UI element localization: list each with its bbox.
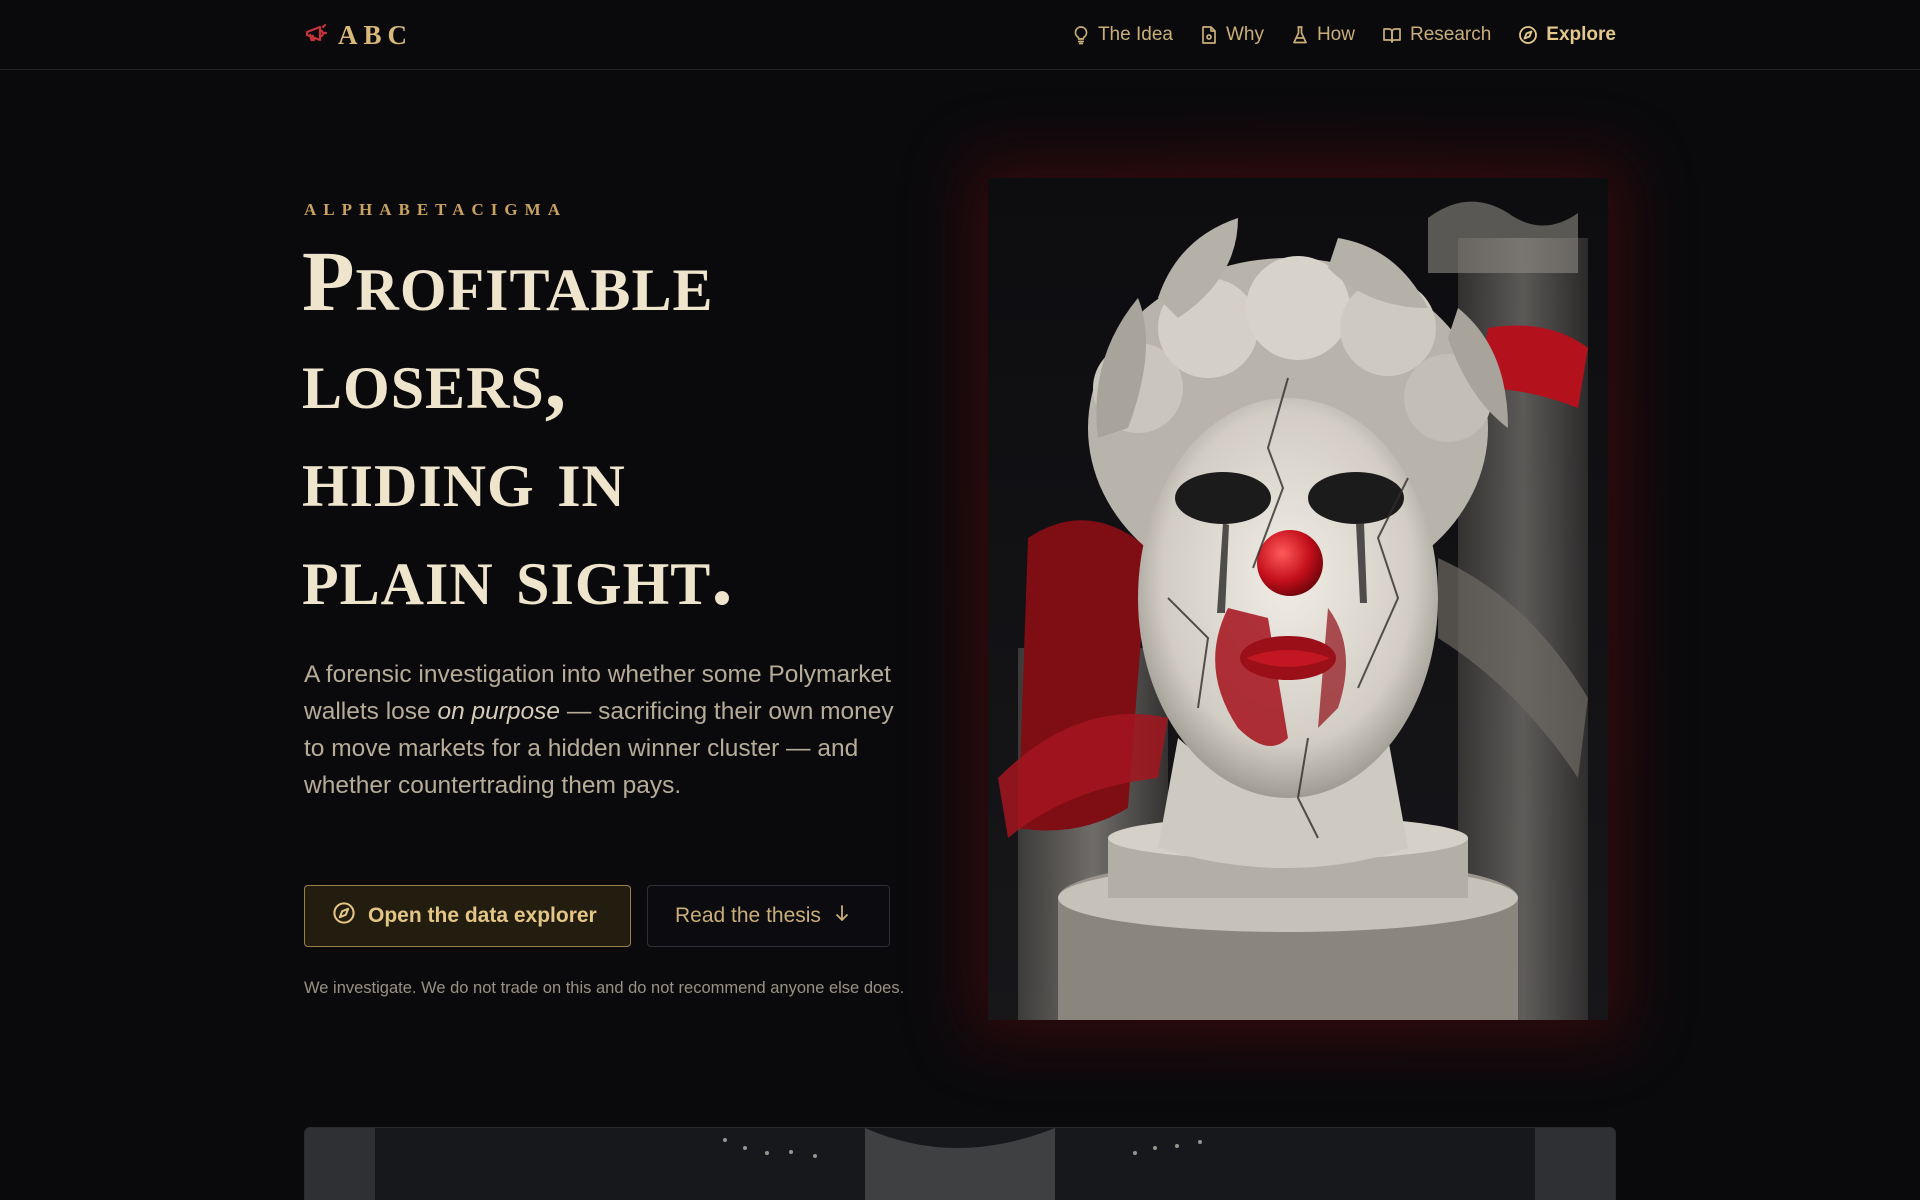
hero-eyebrow: ALPHABETACIGMA (304, 200, 567, 219)
nav-label: Research (1409, 24, 1492, 45)
nav-item-the-idea[interactable]: The Idea (1072, 24, 1173, 46)
nav-item-how[interactable]: How (1291, 24, 1355, 46)
section-preview-image (304, 1127, 1616, 1200)
hero-artwork (988, 178, 1608, 1020)
headline-line: hiding in (302, 429, 626, 525)
lightbulb-icon (1072, 25, 1090, 45)
headline-line: plain sight. (302, 527, 734, 623)
hero-headline: Profitable losers, hiding in plain sight… (302, 232, 942, 624)
document-icon (1200, 25, 1218, 45)
nav-label: Why (1225, 24, 1264, 45)
nav-label: Explore (1546, 24, 1616, 45)
open-data-explorer-button[interactable]: Open the data explorer (304, 885, 631, 947)
top-navbar: ABC The Idea Why How Research Explore (0, 0, 1920, 70)
read-thesis-button[interactable]: Read the thesis (647, 885, 890, 947)
hero-actions: Open the data explorer Read the thesis (304, 885, 890, 947)
flask-icon (1291, 25, 1309, 45)
lede-emphasis: on purpose (437, 698, 561, 725)
button-label: Open the data explorer (368, 904, 597, 927)
compass-icon (1518, 25, 1538, 45)
brand-logo[interactable]: ABC (304, 20, 413, 50)
brand-name: ABC (338, 19, 414, 50)
headline-line: losers, (302, 331, 568, 427)
nav-label: The Idea (1097, 24, 1173, 45)
nav-label: How (1316, 24, 1355, 45)
nav-item-why[interactable]: Why (1200, 24, 1264, 46)
megaphone-icon (304, 21, 328, 50)
nav-item-explore[interactable]: Explore (1518, 24, 1616, 46)
nav-item-research[interactable]: Research (1382, 24, 1491, 46)
headline-line: Profitable (302, 233, 714, 329)
hero-disclaimer: We investigate. We do not trade on this … (304, 979, 905, 997)
compass-icon (332, 901, 356, 931)
book-icon (1382, 26, 1402, 44)
button-label: Read the thesis (675, 904, 821, 927)
hero-description: A forensic investigation into whether so… (304, 656, 904, 804)
arrow-down-icon (833, 903, 851, 929)
main-nav: The Idea Why How Research Explore (1072, 20, 1616, 50)
